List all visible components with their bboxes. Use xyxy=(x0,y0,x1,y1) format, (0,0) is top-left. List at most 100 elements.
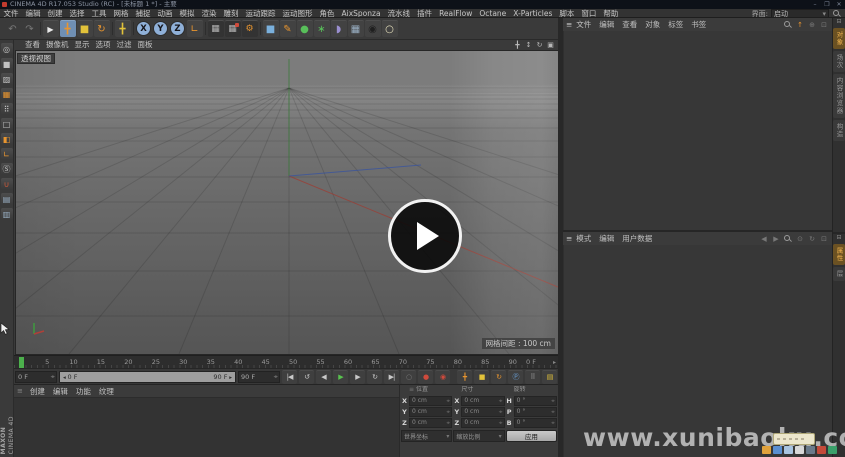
x-axis-lock-button[interactable]: X xyxy=(136,21,151,36)
rotation-input[interactable]: 0 ° xyxy=(514,418,557,428)
start-frame-input[interactable]: 0 F xyxy=(15,371,57,383)
rotation-input[interactable]: 0 ° xyxy=(514,396,557,406)
scroll-first-icon[interactable]: ↑ xyxy=(795,20,805,30)
viewport-menu-item[interactable]: 过滤 xyxy=(114,40,135,50)
filter-icon[interactable]: ⊕ xyxy=(807,20,817,30)
points-mode-icon[interactable]: ⠿ xyxy=(1,103,13,115)
panel-tab[interactable]: 层 xyxy=(833,267,845,281)
timeline-ruler[interactable]: 051015202530354045505560657075808590 0 F xyxy=(14,355,558,368)
goto-start-button[interactable]: |◀ xyxy=(282,370,297,384)
viewport-menu-item[interactable]: 摄像机 xyxy=(43,40,72,50)
next-frame-button[interactable]: ▶ xyxy=(350,370,365,384)
ime-icon[interactable] xyxy=(762,446,771,454)
z-axis-lock-button[interactable]: Z xyxy=(170,21,185,36)
rotation-input[interactable]: 0 ° xyxy=(514,407,557,417)
history-back-icon[interactable]: ◀ xyxy=(759,234,769,244)
viewport-label[interactable]: 透视视图 xyxy=(17,53,55,64)
panel-menu-icon[interactable] xyxy=(17,387,23,395)
size-input[interactable]: 0 cm xyxy=(461,396,504,406)
end-frame-input[interactable]: 90 F xyxy=(238,371,280,383)
position-input[interactable]: 0 cm xyxy=(409,407,452,417)
ime-icon[interactable] xyxy=(784,446,793,454)
panel-tab[interactable]: 对象 xyxy=(833,28,845,49)
panel-tab[interactable]: 属性 xyxy=(833,244,845,265)
plane-snap-icon[interactable]: ▥ xyxy=(1,208,13,220)
panel-tab[interactable]: 内容浏览器 xyxy=(833,74,845,118)
object-manager-menu-item[interactable]: 文件 xyxy=(572,20,595,29)
attribute-manager-menu-item[interactable]: 编辑 xyxy=(595,234,618,243)
viewport-canvas[interactable]: 透视视图 网格间距 : 100 cm xyxy=(15,50,559,355)
key-pla-button[interactable]: ⠿ xyxy=(525,370,540,384)
render-view-button[interactable]: ▦ xyxy=(208,20,224,37)
timeline-window-button[interactable]: ▤ xyxy=(542,370,557,384)
dock-icon[interactable]: ⊡ xyxy=(819,20,829,30)
position-input[interactable]: 0 cm xyxy=(409,396,452,406)
object-manager-menu-item[interactable]: 编辑 xyxy=(595,20,618,29)
ime-icon[interactable] xyxy=(817,446,826,454)
workplane-icon[interactable]: ▤ xyxy=(1,193,13,205)
workplane-mode-icon[interactable]: ▦ xyxy=(1,88,13,100)
object-manager-menu-item[interactable]: 对象 xyxy=(641,20,664,29)
size-input[interactable]: 0 cm xyxy=(461,407,504,417)
play-sound-button[interactable]: ○ xyxy=(401,370,416,384)
apply-button[interactable]: 应用 xyxy=(506,430,557,442)
coordinate-system-button[interactable]: ∟ xyxy=(187,20,203,37)
toggle-layout-icon[interactable]: ▣ xyxy=(546,41,555,50)
playhead-marker[interactable] xyxy=(19,357,24,368)
attribute-manager-menu-item[interactable]: 模式 xyxy=(572,234,595,243)
record-button[interactable]: ● xyxy=(418,370,433,384)
size-input[interactable]: 0 cm xyxy=(461,418,504,428)
deformer-button[interactable]: ◗ xyxy=(331,20,347,37)
search-icon[interactable] xyxy=(783,20,793,30)
last-tool-icon[interactable]: ╋ xyxy=(115,20,131,37)
viewport-menu-item[interactable]: 查看 xyxy=(22,40,43,50)
add-spline-button[interactable]: ✎ xyxy=(280,20,296,37)
render-settings-button[interactable]: ⚙ xyxy=(242,20,258,37)
size-mode-select[interactable]: 缩放比例 xyxy=(453,430,504,442)
rotate-view-icon[interactable]: ↻ xyxy=(535,41,544,50)
panel-tab[interactable]: 构造 xyxy=(833,120,845,141)
move-tool-icon[interactable]: ╋ xyxy=(60,20,76,37)
model-mode-icon[interactable]: ■ xyxy=(1,58,13,70)
render-picture-viewer-button[interactable]: ▦ xyxy=(225,20,241,37)
refresh-icon[interactable]: ↻ xyxy=(807,234,817,244)
key-rotation-button[interactable]: ↻ xyxy=(491,370,506,384)
light-button[interactable]: ○ xyxy=(382,20,398,37)
solo-mode-icon[interactable]: Ⓢ xyxy=(1,163,13,175)
material-menu-item[interactable]: 编辑 xyxy=(49,387,72,396)
object-list[interactable] xyxy=(563,31,832,230)
subdivision-surface-button[interactable]: ● xyxy=(297,20,313,37)
attribute-manager-menu-item[interactable]: 用户数据 xyxy=(618,234,656,243)
camera-button[interactable]: ◉ xyxy=(365,20,381,37)
scale-tool-icon[interactable]: ■ xyxy=(77,20,93,37)
dock-icon[interactable]: ⊡ xyxy=(819,234,829,244)
goto-end-button[interactable]: ▶| xyxy=(384,370,399,384)
next-key-button[interactable]: ↻ xyxy=(367,370,382,384)
object-manager-menu-item[interactable]: 标签 xyxy=(664,20,687,29)
add-primitive-button[interactable]: ■ xyxy=(263,20,279,37)
y-axis-lock-button[interactable]: Y xyxy=(153,21,168,36)
ime-icon[interactable] xyxy=(806,446,815,454)
video-play-button[interactable] xyxy=(388,199,462,273)
coordinate-space-select[interactable]: 世界坐标 xyxy=(401,430,452,442)
edges-mode-icon[interactable]: □ xyxy=(1,118,13,130)
key-position-button[interactable]: ╋ xyxy=(457,370,472,384)
material-menu-item[interactable]: 纹理 xyxy=(95,387,118,396)
autokey-button[interactable]: ◉ xyxy=(435,370,450,384)
texture-mode-icon[interactable]: ▨ xyxy=(1,73,13,85)
ime-icon[interactable] xyxy=(795,446,804,454)
viewport-menu-item[interactable]: 显示 xyxy=(72,40,93,50)
key-parameter-button[interactable]: Ⓟ xyxy=(508,370,523,384)
dock-toggle-icon[interactable] xyxy=(833,234,845,242)
pan-view-icon[interactable]: ╋ xyxy=(513,41,522,50)
live-selection-icon[interactable]: ▶ xyxy=(43,20,59,37)
undo-icon[interactable]: ↶ xyxy=(5,20,21,37)
search-icon[interactable] xyxy=(783,234,793,244)
ime-icon[interactable] xyxy=(828,446,837,454)
rotate-tool-icon[interactable]: ↻ xyxy=(94,20,110,37)
redo-icon[interactable]: ↷ xyxy=(22,20,38,37)
object-manager-menu-item[interactable]: 书签 xyxy=(687,20,710,29)
convert-object-icon[interactable]: ◎ xyxy=(1,43,13,55)
material-menu-item[interactable]: 创建 xyxy=(26,387,49,396)
lock-icon[interactable]: ⊙ xyxy=(795,234,805,244)
